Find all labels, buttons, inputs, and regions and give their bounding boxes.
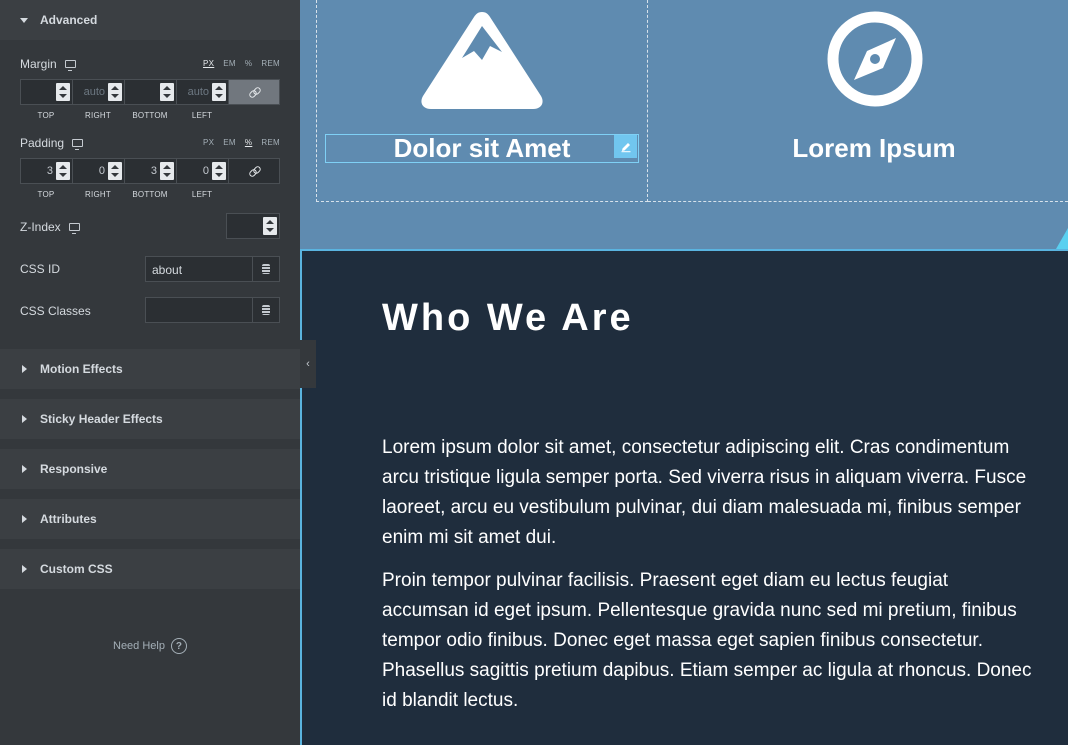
stepper-icon[interactable] <box>108 162 122 180</box>
margin-unit-px[interactable]: PX <box>203 59 214 68</box>
caret-down-icon <box>20 17 28 23</box>
sticky-header-effects-section[interactable]: Sticky Header Effects <box>0 399 300 439</box>
stepper-icon[interactable] <box>56 83 70 101</box>
dynamic-tags-button[interactable] <box>252 297 280 323</box>
caret-right-icon <box>22 515 27 523</box>
margin-label: Margin <box>20 57 76 71</box>
column-heading-right[interactable]: Lorem Ipsum <box>648 134 1068 163</box>
stepper-icon[interactable] <box>212 162 226 180</box>
advanced-section-header[interactable]: Advanced <box>0 0 300 40</box>
responsive-section[interactable]: Responsive <box>0 449 300 489</box>
editor-panel: Advanced Margin PX EM % REM auto auto TO… <box>0 0 300 745</box>
margin-unit-percent[interactable]: % <box>245 59 252 68</box>
margin-side-labels: TOP RIGHT BOTTOM LEFT <box>37 111 213 120</box>
about-title[interactable]: Who We Are <box>382 297 634 340</box>
database-icon <box>262 264 270 274</box>
database-icon <box>262 305 270 315</box>
link-icon <box>249 87 259 97</box>
about-section[interactable]: Who We Are Lorem ipsum dolor sit amet, c… <box>300 251 1068 745</box>
margin-link-button[interactable] <box>229 80 279 104</box>
padding-unit-percent[interactable]: % <box>245 138 252 147</box>
desktop-icon[interactable] <box>64 60 76 71</box>
stepper-icon[interactable] <box>212 83 226 101</box>
margin-units: PX EM % REM <box>203 59 280 68</box>
caret-right-icon <box>22 365 27 373</box>
padding-unit-em[interactable]: EM <box>223 138 236 147</box>
advanced-label: Advanced <box>40 13 98 27</box>
collapse-panel-button[interactable]: ‹ <box>300 340 316 388</box>
about-paragraph-1[interactable]: Lorem ipsum dolor sit amet, consectetur … <box>382 433 1032 553</box>
custom-css-section[interactable]: Custom CSS <box>0 549 300 589</box>
link-icon <box>249 166 259 176</box>
padding-inputs: 3 0 3 0 <box>20 158 280 184</box>
css-classes-label: CSS Classes <box>20 304 91 318</box>
section-edge-accent <box>1056 228 1068 249</box>
mountain-icon[interactable] <box>418 8 546 110</box>
margin-inputs: auto auto <box>20 79 280 105</box>
dynamic-tags-button[interactable] <box>252 256 280 282</box>
desktop-icon[interactable] <box>72 139 84 150</box>
padding-units: PX EM % REM <box>203 138 280 147</box>
margin-right-input[interactable]: auto <box>73 80 125 104</box>
padding-unit-px[interactable]: PX <box>203 138 214 147</box>
stepper-icon[interactable] <box>160 162 174 180</box>
stepper-icon[interactable] <box>108 83 122 101</box>
pencil-icon <box>621 142 630 152</box>
preview-canvas: Dolor sit Amet Lorem Ipsum Who We Are Lo… <box>300 0 1068 745</box>
chevron-left-icon: ‹ <box>306 358 310 370</box>
padding-link-button[interactable] <box>229 159 279 183</box>
padding-right-input[interactable]: 0 <box>73 159 125 183</box>
margin-unit-em[interactable]: EM <box>223 59 236 68</box>
stepper-icon[interactable] <box>56 162 70 180</box>
css-id-label: CSS ID <box>20 262 61 276</box>
padding-bottom-input[interactable]: 3 <box>125 159 177 183</box>
stepper-icon[interactable] <box>263 217 277 235</box>
about-paragraph-2[interactable]: Proin tempor pulvinar facilisis. Praesen… <box>382 566 1032 716</box>
caret-right-icon <box>22 415 27 423</box>
edit-widget-button[interactable] <box>614 135 637 158</box>
stepper-icon[interactable] <box>160 83 174 101</box>
margin-bottom-input[interactable] <box>125 80 177 104</box>
caret-right-icon <box>22 465 27 473</box>
margin-left-input[interactable]: auto <box>177 80 229 104</box>
css-id-input[interactable]: about <box>145 256 253 282</box>
padding-label: Padding <box>20 136 84 150</box>
desktop-icon[interactable] <box>68 223 80 234</box>
padding-side-labels: TOP RIGHT BOTTOM LEFT <box>37 190 213 199</box>
css-classes-input[interactable] <box>145 297 253 323</box>
padding-top-input[interactable]: 3 <box>21 159 73 183</box>
caret-right-icon <box>22 565 27 573</box>
compass-icon[interactable] <box>826 10 924 108</box>
padding-unit-rem[interactable]: REM <box>261 138 280 147</box>
help-icon: ? <box>170 638 187 654</box>
column-heading-left[interactable]: Dolor sit Amet <box>325 134 639 163</box>
zindex-label: Z-Index <box>20 220 80 234</box>
margin-unit-rem[interactable]: REM <box>261 59 280 68</box>
attributes-section[interactable]: Attributes <box>0 499 300 539</box>
motion-effects-section[interactable]: Motion Effects <box>0 349 300 389</box>
need-help-link[interactable]: Need Help ? <box>0 638 300 654</box>
features-section[interactable]: Dolor sit Amet Lorem Ipsum <box>300 0 1068 251</box>
margin-top-input[interactable] <box>21 80 73 104</box>
zindex-input[interactable] <box>226 213 280 239</box>
padding-left-input[interactable]: 0 <box>177 159 229 183</box>
